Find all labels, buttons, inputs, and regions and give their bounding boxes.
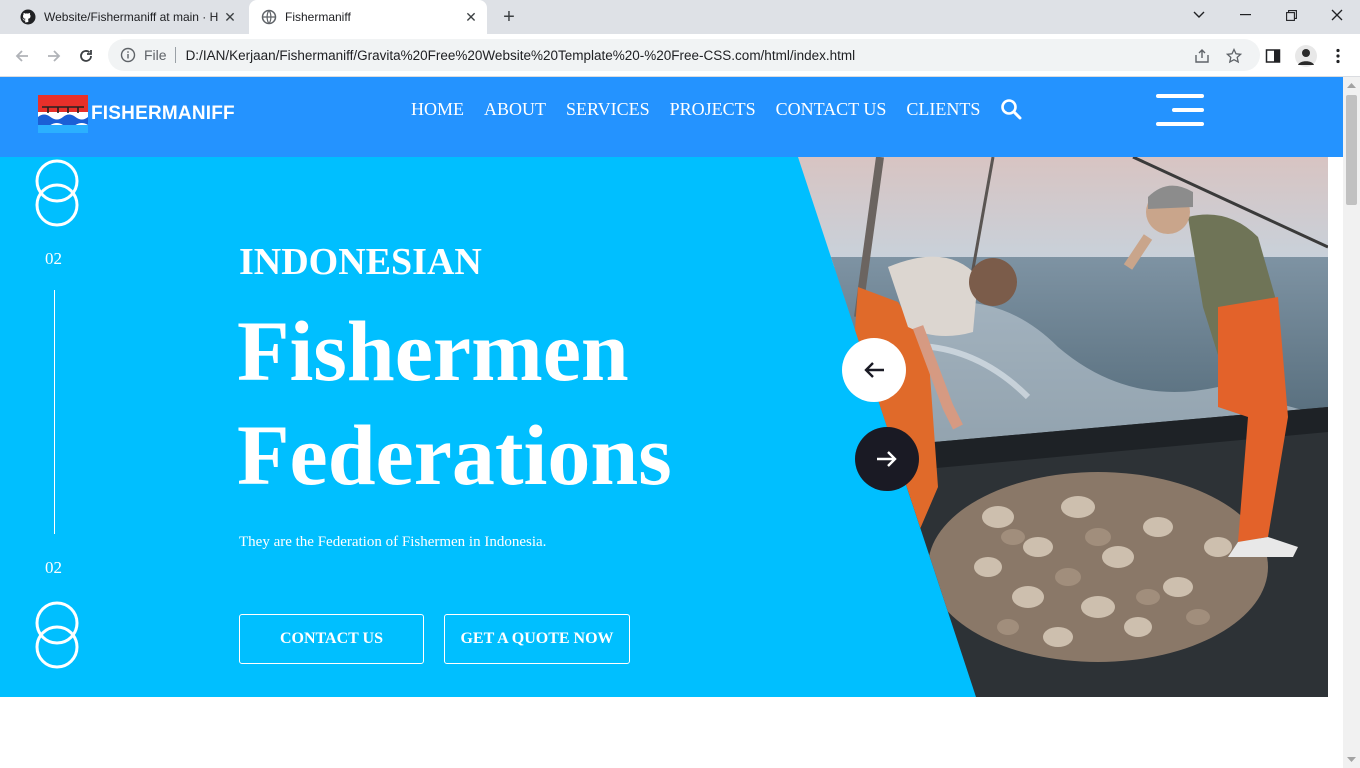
close-tab-icon[interactable]: ✕ [461, 7, 481, 27]
contact-us-button[interactable]: CONTACT US [239, 614, 424, 664]
new-tab-button[interactable]: + [496, 5, 522, 29]
get-quote-button[interactable]: GET A QUOTE NOW [444, 614, 630, 664]
address-bar[interactable]: File D:/IAN/Kerjaan/Fishermaniff/Gravita… [108, 39, 1260, 71]
omnibox-divider [174, 47, 176, 63]
share-icon[interactable] [1188, 42, 1216, 70]
globe-icon [261, 9, 277, 25]
nav-projects[interactable]: PROJECTS [670, 99, 756, 120]
tab-fishermaniff[interactable]: Fishermaniff ✕ [249, 0, 487, 34]
reload-icon[interactable] [72, 42, 100, 70]
main-nav: HOME ABOUT SERVICES PROJECTS CONTACT US … [411, 98, 1022, 120]
menu-kebab-icon[interactable] [1324, 42, 1352, 70]
tab-strip: Website/Fishermaniff at main · H ✕ Fishe… [0, 0, 1360, 34]
github-icon [20, 9, 36, 25]
back-arrow-icon[interactable] [8, 42, 36, 70]
page-scrollbar[interactable] [1343, 77, 1360, 768]
url-text[interactable]: D:/IAN/Kerjaan/Fishermaniff/Gravita%20Fr… [186, 48, 856, 63]
headline-line-1: Fishermen [237, 303, 629, 399]
search-icon[interactable] [1000, 98, 1022, 120]
nav-services[interactable]: SERVICES [566, 99, 650, 120]
hero-slider: 02 02 INDONESIAN Fishermen Federations T… [0, 157, 1328, 697]
hero-subtitle: They are the Federation of Fishermen in … [239, 534, 547, 550]
headline-line-2: Federations [237, 407, 672, 503]
nav-about[interactable]: ABOUT [484, 99, 546, 120]
page-right-gutter [1328, 157, 1343, 697]
site-logo[interactable]: FISHERMANIFF [38, 95, 235, 133]
arrow-left-icon [864, 362, 884, 378]
site-header: FISHERMANIFF HOME ABOUT SERVICES PROJECT… [0, 77, 1343, 157]
tab-title: Website/Fishermaniff at main · H [44, 10, 219, 24]
site-info-icon[interactable] [120, 47, 136, 63]
scrollbar-thumb[interactable] [1346, 95, 1357, 205]
hamburger-menu-icon[interactable] [1156, 94, 1204, 126]
bookmark-star-icon[interactable] [1220, 42, 1248, 70]
tab-github[interactable]: Website/Fishermaniff at main · H ✕ [8, 0, 246, 34]
rings-top-icon [34, 158, 80, 228]
slide-progress-line [54, 290, 55, 534]
slide-number-current: 02 [45, 249, 62, 268]
forward-arrow-icon[interactable] [40, 42, 68, 70]
slide-number-total: 02 [45, 558, 62, 577]
side-panel-icon[interactable] [1259, 42, 1287, 70]
nav-home[interactable]: HOME [411, 99, 464, 120]
scheme-label: File [144, 47, 167, 63]
nav-contact-us[interactable]: CONTACT US [776, 99, 887, 120]
close-window-icon[interactable] [1314, 0, 1360, 30]
profile-avatar[interactable] [1292, 42, 1320, 70]
nav-clients[interactable]: CLIENTS [906, 99, 980, 120]
fishermen-photo [798, 157, 1328, 697]
tab-search-icon[interactable] [1176, 0, 1222, 30]
logo-mark-icon [38, 95, 88, 133]
minimize-icon[interactable] [1222, 0, 1268, 30]
web-page: FISHERMANIFF HOME ABOUT SERVICES PROJECT… [0, 77, 1343, 768]
arrow-right-icon [877, 451, 897, 467]
rings-bottom-icon [34, 600, 80, 670]
tab-title: Fishermaniff [285, 10, 351, 24]
restore-icon[interactable] [1268, 0, 1314, 30]
browser-toolbar: File D:/IAN/Kerjaan/Fishermaniff/Gravita… [0, 34, 1360, 77]
brand-name: FISHERMANIFF [91, 103, 235, 124]
hero-headline: Fishermen Federations [237, 299, 672, 507]
close-tab-icon[interactable]: ✕ [220, 7, 240, 27]
next-slide-button[interactable] [855, 427, 919, 491]
hero-kicker: INDONESIAN [239, 241, 482, 283]
prev-slide-button[interactable] [842, 338, 906, 402]
